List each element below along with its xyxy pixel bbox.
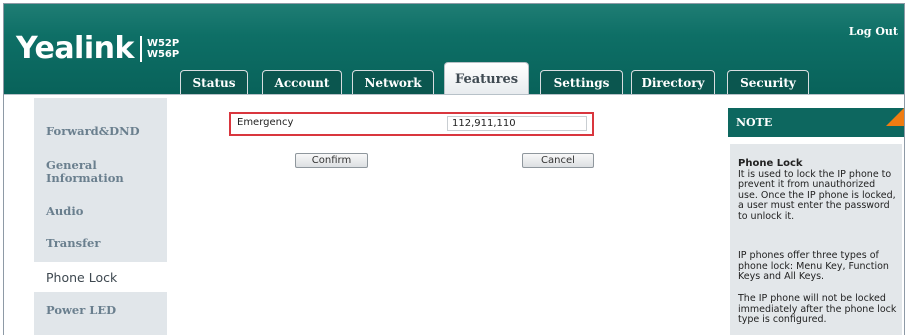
sidebar-item-audio[interactable]: Audio — [34, 196, 167, 226]
emergency-row-highlight: Emergency — [229, 112, 594, 136]
note-header: NOTE — [728, 108, 904, 137]
note-paragraph-3: The IP phone will not be locked immediat… — [738, 293, 897, 325]
note-corner-accent — [886, 108, 904, 126]
note-panel: NOTE Phone Lock It is used to lock the I… — [728, 108, 904, 335]
content-area: Forward&DND General Information Audio Tr… — [4, 94, 904, 335]
model-w56p: W56P — [146, 49, 180, 60]
tab-network[interactable]: Network — [352, 70, 434, 94]
note-title: Phone Lock — [738, 158, 803, 169]
sidebar-item-transfer[interactable]: Transfer — [34, 228, 167, 258]
logo-text: Yealink — [16, 31, 134, 66]
tab-security[interactable]: Security — [727, 70, 809, 94]
model-w52p: W52P — [146, 38, 180, 49]
note-section-1: Phone Lock It is used to lock the IP pho… — [738, 158, 898, 222]
note-paragraph-1: It is used to lock the IP phone to preve… — [738, 168, 896, 222]
note-paragraph-2: IP phones offer three types of phone loc… — [738, 250, 889, 282]
tab-account[interactable]: Account — [262, 70, 342, 94]
web-ui-window: Yealink W52P W56P Log Out Status Account… — [3, 3, 905, 335]
logout-link[interactable]: Log Out — [849, 25, 898, 38]
sidebar-item-general-information[interactable]: General Information — [34, 153, 167, 191]
sidebar-item-phone-lock[interactable]: Phone Lock — [34, 262, 173, 292]
tab-features[interactable]: Features — [444, 62, 529, 95]
cancel-button[interactable]: Cancel — [522, 153, 594, 168]
tab-status[interactable]: Status — [180, 70, 248, 94]
sidebar: Forward&DND General Information Audio Tr… — [34, 98, 173, 335]
sidebar-item-forward-dnd[interactable]: Forward&DND — [34, 116, 167, 146]
yealink-logo: Yealink W52P W56P — [16, 34, 179, 64]
note-body: Phone Lock It is used to lock the IP pho… — [730, 144, 902, 335]
model-names: W52P W56P — [147, 38, 179, 60]
sidebar-item-power-led[interactable]: Power LED — [34, 295, 167, 325]
tab-settings[interactable]: Settings — [540, 70, 623, 94]
emergency-number-input[interactable] — [447, 116, 587, 131]
header-bar: Yealink W52P W56P Log Out Status Account… — [4, 4, 904, 95]
note-header-label: NOTE — [736, 116, 773, 129]
confirm-button[interactable]: Confirm — [295, 153, 368, 168]
logo-divider — [139, 36, 142, 62]
emergency-label: Emergency — [237, 117, 294, 128]
tab-directory[interactable]: Directory — [631, 70, 715, 94]
